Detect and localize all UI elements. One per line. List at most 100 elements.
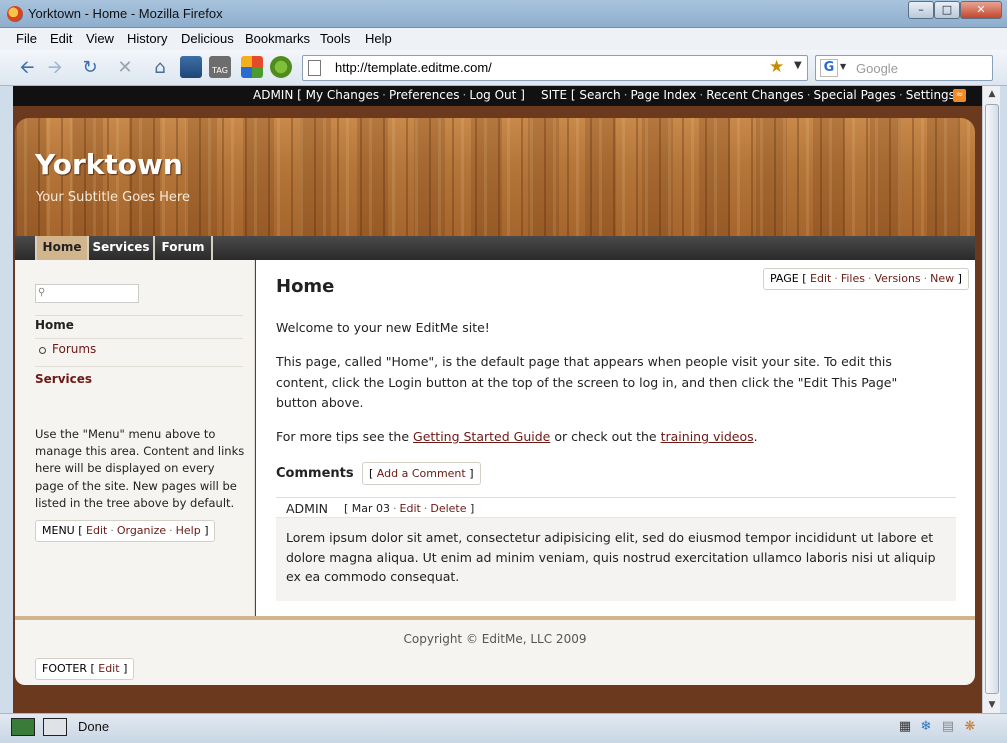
getting-started-link[interactable]: Getting Started Guide: [413, 429, 550, 444]
url-text[interactable]: http://template.editme.com/: [335, 60, 492, 75]
menu-help[interactable]: Help: [365, 31, 392, 46]
tab-bar: Home Services Forum: [15, 236, 975, 260]
tips-suffix: .: [753, 429, 758, 444]
comment-body: Lorem ipsum dolor sit amet, consectetur …: [286, 530, 936, 584]
engine-dropdown-icon[interactable]: ▼: [840, 62, 846, 71]
tips-prefix: For more tips see the: [276, 429, 414, 444]
special-pages-link[interactable]: Special Pages: [814, 88, 896, 102]
divider: [35, 366, 243, 367]
scroll-down-icon[interactable]: ▼: [984, 697, 1000, 713]
log-out-link[interactable]: Log Out: [469, 88, 516, 102]
tray-grid-icon[interactable]: ▤: [940, 719, 956, 735]
preferences-link[interactable]: Preferences: [389, 88, 460, 102]
menu-edit[interactable]: Edit: [50, 31, 72, 46]
tab-home[interactable]: Home: [35, 236, 89, 260]
feed-icon[interactable]: [270, 56, 292, 78]
page-title: Home: [276, 276, 335, 297]
title-bar: Yorktown - Home - Mozilla Firefox – □ ✕: [0, 0, 1007, 28]
welcome-text: Welcome to your new EditMe site!: [276, 320, 490, 335]
address-bar[interactable]: http://template.editme.com/ ★ ▼: [302, 55, 808, 81]
search-placeholder[interactable]: Google: [856, 61, 898, 76]
scroll-up-icon[interactable]: ▲: [984, 86, 1000, 102]
tab-forum[interactable]: Forum: [155, 236, 213, 260]
home-icon[interactable]: ⌂: [147, 55, 173, 81]
url-dropdown-icon[interactable]: ▼: [794, 60, 802, 71]
apps-icon[interactable]: [241, 56, 263, 78]
tab-services[interactable]: Services: [89, 236, 155, 260]
recent-changes-link[interactable]: Recent Changes: [706, 88, 803, 102]
intro-text: This page, called "Home", is the default…: [276, 354, 898, 410]
site-title[interactable]: Yorktown: [35, 148, 183, 181]
minimize-button[interactable]: –: [908, 1, 934, 19]
settings-link[interactable]: Settings: [906, 88, 955, 102]
menu-tools[interactable]: Tools: [320, 31, 350, 46]
admin-bar: ADMIN [ My Changes · Preferences · Log Out ]…: [13, 86, 982, 106]
status-screen-icon[interactable]: [43, 718, 67, 736]
comments-heading: Comments: [276, 466, 354, 481]
page-label: PAGE [: [770, 272, 807, 285]
rss-icon[interactable]: ≈: [953, 89, 966, 102]
sidebar-search-input[interactable]: ⚲: [35, 284, 139, 303]
sidebar-item-home[interactable]: Home: [35, 318, 74, 332]
page-icon: [308, 60, 321, 76]
search-box[interactable]: G ▼ Google: [815, 55, 993, 81]
menu-history[interactable]: History: [127, 31, 167, 46]
forward-arrow-icon[interactable]: 🡪: [42, 55, 68, 81]
page-new-link[interactable]: New: [930, 272, 954, 285]
bookmark-panel-icon[interactable]: [180, 56, 202, 78]
menu-view[interactable]: View: [86, 31, 114, 46]
tray-snowflake-icon[interactable]: ❄: [918, 719, 934, 735]
comment-date: Mar 03: [351, 502, 391, 515]
menu-edit-link[interactable]: Edit: [86, 524, 107, 537]
divider: [35, 338, 243, 339]
my-changes-link[interactable]: My Changes: [306, 88, 379, 102]
back-arrow-icon[interactable]: 🡨: [14, 55, 40, 81]
divider: [35, 315, 243, 316]
comment-delete-link[interactable]: Delete: [430, 502, 466, 515]
page-files-link[interactable]: Files: [841, 272, 865, 285]
status-bar: Done ▦ ❄ ▤ ❋: [0, 713, 1007, 743]
status-text: Done: [78, 719, 110, 734]
page-index-link[interactable]: Page Index: [630, 88, 696, 102]
menu-help-link[interactable]: Help: [176, 524, 201, 537]
scroll-thumb[interactable]: [985, 104, 999, 694]
bracket-close: ]: [465, 467, 474, 480]
stop-icon[interactable]: ✕: [112, 55, 138, 81]
menu-edit-box: MENU [ Edit · Organize · Help ]: [35, 520, 216, 542]
comment-header: ADMIN [ Mar 03 · Edit · Delete ]: [276, 498, 956, 518]
sidebar-help-text: Use the "Menu" menu above to manage this…: [35, 427, 245, 510]
sidebar-item-services[interactable]: Services: [35, 372, 92, 386]
search-link[interactable]: Search: [579, 88, 620, 102]
page-edit-link[interactable]: Edit: [810, 272, 831, 285]
menu-file[interactable]: File: [16, 31, 37, 46]
menu-bar: File Edit View History Delicious Bookmar…: [0, 28, 1007, 50]
training-videos-link[interactable]: training videos: [661, 429, 754, 444]
navigation-toolbar: 🡨 🡪 ↻ ✕ ⌂ TAG http://template.editme.com…: [0, 50, 1007, 86]
separator: ·: [623, 88, 628, 102]
maximize-button[interactable]: □: [934, 1, 960, 19]
separator: ·: [867, 272, 872, 285]
comment-author: ADMIN: [286, 501, 328, 516]
menu-bookmarks[interactable]: Bookmarks: [245, 31, 310, 46]
status-chart-icon[interactable]: [11, 718, 35, 736]
separator: ·: [462, 88, 467, 102]
page-versions-link[interactable]: Versions: [874, 272, 920, 285]
separator: ·: [806, 88, 811, 102]
tray-bug-icon[interactable]: ❋: [962, 719, 978, 735]
google-icon[interactable]: G: [820, 59, 838, 77]
copyright-text: Copyright © EditMe, LLC 2009: [403, 632, 587, 646]
close-button[interactable]: ✕: [960, 1, 1002, 19]
tray-window-icon[interactable]: ▦: [897, 719, 913, 735]
sidebar-item-forums[interactable]: Forums: [52, 342, 96, 356]
page-viewport: ADMIN [ My Changes · Preferences · Log Out ]…: [13, 86, 982, 713]
tag-icon[interactable]: TAG: [209, 56, 231, 78]
menu-delicious[interactable]: Delicious: [181, 31, 234, 46]
footer-edit-link[interactable]: Edit: [98, 662, 119, 675]
bookmark-star-icon[interactable]: ★: [769, 57, 784, 77]
admin-label: ADMIN [: [253, 88, 302, 102]
add-comment-link[interactable]: Add a Comment: [377, 467, 466, 480]
comment-edit-link[interactable]: Edit: [400, 502, 421, 515]
reload-icon[interactable]: ↻: [77, 55, 103, 81]
vertical-scrollbar[interactable]: ▲ ▼: [982, 86, 1000, 713]
menu-organize-link[interactable]: Organize: [117, 524, 166, 537]
